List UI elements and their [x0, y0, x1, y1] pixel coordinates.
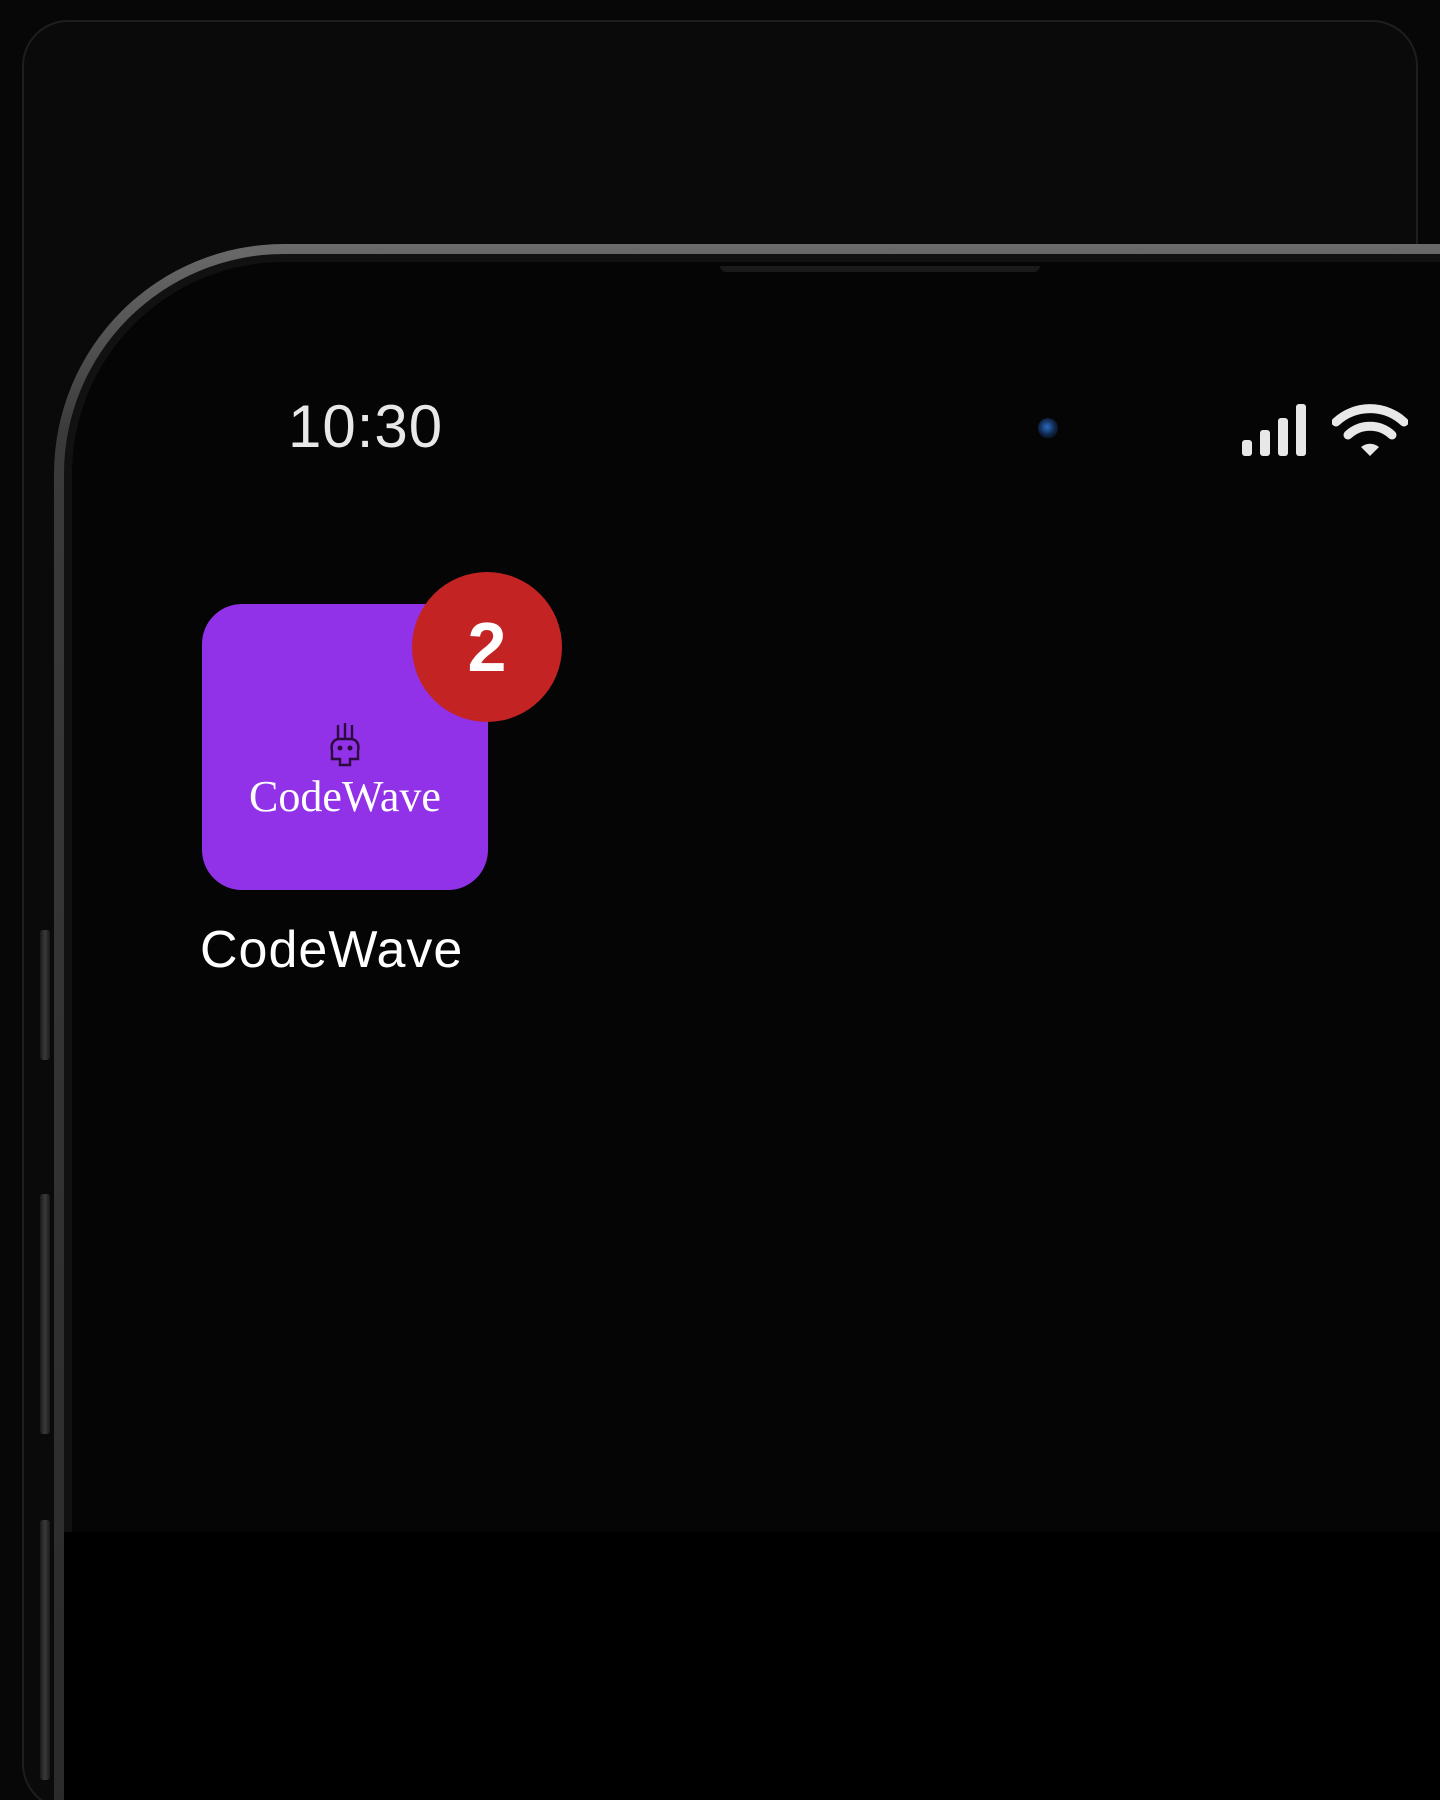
- side-button-volume-up: [40, 1194, 50, 1434]
- side-button-volume-down: [40, 1520, 50, 1780]
- bottom-cover: [64, 1532, 1440, 1800]
- side-button-mute: [40, 930, 50, 1060]
- wifi-icon: [1332, 404, 1408, 456]
- app-icon-wordmark: CodeWave: [249, 771, 441, 821]
- robot-code-icon: [330, 722, 360, 766]
- app-label: CodeWave: [200, 921, 464, 979]
- cellular-signal-icon: [1242, 404, 1306, 456]
- page: 10:30 CodeWave 2 CodeWave: [0, 0, 1440, 1800]
- speaker-grille: [720, 266, 1040, 272]
- notification-badge: 2: [412, 572, 562, 722]
- status-time: 10:30: [288, 393, 444, 460]
- front-camera-icon: [1038, 418, 1058, 438]
